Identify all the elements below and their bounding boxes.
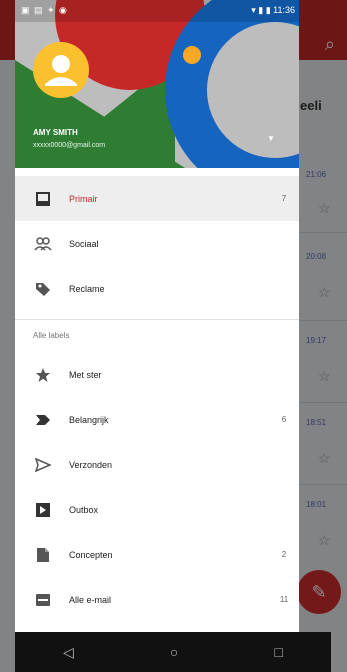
menu-item-label: Met ster bbox=[69, 369, 102, 380]
menu-item-all-mail[interactable]: Alle e-mail 11 bbox=[15, 577, 299, 622]
avatar[interactable] bbox=[33, 42, 89, 98]
menu-item-label: Concepten bbox=[69, 549, 113, 560]
menu-item-starred[interactable]: Met ster bbox=[15, 352, 299, 397]
header-yellow-dot bbox=[183, 46, 201, 64]
menu-item-count: 6 bbox=[281, 415, 287, 424]
menu-item-outbox[interactable]: Outbox bbox=[15, 487, 299, 532]
account-email: xxxxx0000@gmail.com bbox=[33, 142, 106, 149]
menu-item-social[interactable]: Sociaal bbox=[15, 221, 299, 266]
drawer-menu: Primair 7 Sociaal Reclame Alle labels Me… bbox=[15, 176, 299, 622]
home-icon[interactable]: ○ bbox=[170, 644, 178, 660]
section-label: Alle labels bbox=[33, 331, 70, 340]
account-header[interactable]: ▣ ▤ ✦ ◉ ▾ ▮ ▮ 11:36 AMY SMITH xxxxx0000@… bbox=[15, 0, 299, 168]
menu-item-label: Outbox bbox=[69, 504, 99, 515]
menu-item-count: 7 bbox=[281, 194, 287, 203]
menu-item-drafts[interactable]: Concepten 2 bbox=[15, 532, 299, 577]
menu-item-sent[interactable]: Verzonden bbox=[15, 442, 299, 487]
outbox-icon bbox=[15, 502, 69, 518]
person-icon bbox=[45, 55, 77, 86]
menu-item-label: Verzonden bbox=[69, 459, 113, 470]
important-icon bbox=[15, 414, 69, 426]
menu-item-label: Reclame bbox=[69, 283, 105, 294]
status-bar: ▣ ▤ ✦ ◉ ▾ ▮ ▮ 11:36 bbox=[15, 0, 299, 22]
tag-icon bbox=[15, 281, 69, 297]
star-icon bbox=[15, 367, 69, 383]
menu-item-count: 11 bbox=[279, 595, 289, 604]
menu-item-label: Primair bbox=[69, 193, 98, 204]
menu-item-label: Belangrijk bbox=[69, 414, 109, 425]
navigation-drawer: ▣ ▤ ✦ ◉ ▾ ▮ ▮ 11:36 AMY SMITH xxxxx0000@… bbox=[15, 0, 299, 632]
people-icon bbox=[15, 236, 69, 251]
all-mail-icon bbox=[15, 593, 69, 607]
chevron-down-icon[interactable]: ▼ bbox=[267, 134, 275, 143]
header-blue-arc bbox=[165, 0, 299, 168]
inbox-icon bbox=[15, 191, 69, 207]
status-icons: ▣ ▤ ✦ ◉ bbox=[21, 5, 68, 15]
draft-icon bbox=[15, 547, 69, 563]
menu-item-important[interactable]: Belangrijk 6 bbox=[15, 397, 299, 442]
menu-item-primary[interactable]: Primair 7 bbox=[15, 176, 299, 221]
account-name: AMY SMITH bbox=[33, 128, 78, 137]
system-navigation-bar: ◁ ○ □ bbox=[15, 632, 331, 672]
menu-item-label: Alle e-mail bbox=[69, 594, 112, 605]
menu-item-promotions[interactable]: Reclame bbox=[15, 266, 299, 311]
recents-icon[interactable]: □ bbox=[274, 644, 282, 660]
status-clock: ▾ ▮ ▮ 11:36 bbox=[251, 5, 295, 15]
send-icon bbox=[15, 457, 69, 472]
back-icon[interactable]: ◁ bbox=[63, 644, 74, 661]
menu-item-count: 2 bbox=[281, 550, 287, 559]
menu-item-label: Sociaal bbox=[69, 238, 99, 249]
